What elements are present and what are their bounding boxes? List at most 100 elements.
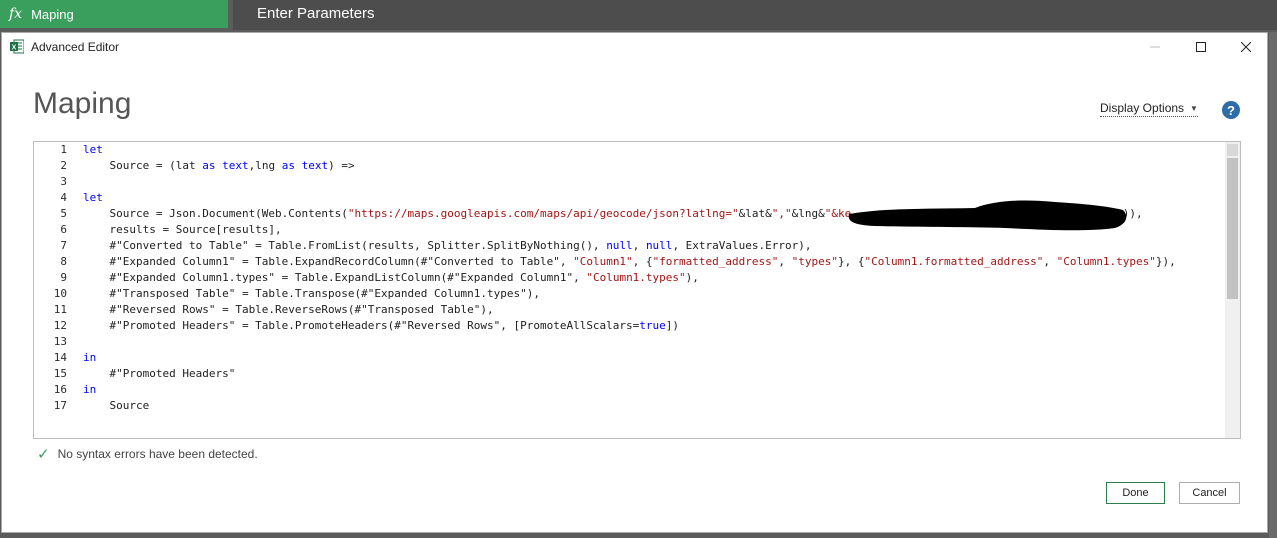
title-bar[interactable]: X Advanced Editor (2, 33, 1267, 61)
code-token: , { (632, 255, 653, 268)
code-area[interactable]: let Source = (lat as text,lng as text) =… (83, 142, 1224, 438)
code-token: in (83, 351, 97, 364)
code-token: "formatted_address" (652, 255, 779, 268)
code-token: let (83, 191, 103, 204)
code-token: null (606, 239, 633, 252)
cancel-button[interactable]: Cancel (1179, 482, 1240, 504)
dialog-title: Advanced Editor (31, 40, 120, 54)
line-number: 7 (60, 239, 67, 252)
line-number: 11 (53, 303, 67, 316)
code-token: "," (771, 207, 792, 220)
parameters-header-title: Enter Parameters (257, 5, 375, 22)
minimize-button[interactable] (1132, 33, 1178, 61)
line-number: 17 (53, 399, 67, 412)
maximize-icon (1196, 42, 1206, 52)
code-line[interactable]: #"Transposed Table" = Table.Transpose(#"… (83, 286, 540, 302)
code-line[interactable]: let (83, 190, 103, 206)
code-line[interactable]: in (83, 382, 96, 398)
display-options-dropdown[interactable]: Display Options ▼ (1100, 101, 1198, 117)
line-number-gutter: 1 2 3 4 5 6 7 8 9 10 11 12 13 14 15 16 17 (34, 142, 79, 438)
code-token: let (83, 143, 103, 156)
code-token: "Column1.types" (586, 271, 686, 284)
code-line[interactable]: Source (83, 398, 149, 414)
code-line[interactable]: #"Expanded Column1" = Table.ExpandRecord… (83, 254, 1176, 270)
code-token: Source = Json.Document(Web.Contents( (83, 207, 348, 220)
code-token: }), (1155, 255, 1176, 268)
line-number: 5 (60, 207, 67, 220)
code-token: ), (685, 271, 699, 284)
code-token: , ExtraValues.Error), (672, 239, 812, 252)
code-token: as (281, 159, 295, 172)
code-line[interactable]: #"Reversed Rows" = Table.ReverseRows(#"T… (83, 302, 494, 318)
chevron-down-icon: ▼ (1190, 103, 1198, 113)
syntax-status: ✓ No syntax errors have been detected. (37, 445, 258, 463)
display-options-label: Display Options (1100, 101, 1185, 115)
minimize-icon (1150, 46, 1160, 48)
query-name: Maping (31, 6, 74, 22)
code-token: results = Source[results], (83, 223, 282, 236)
redaction-mark (848, 200, 1127, 231)
code-token: ) => (328, 159, 355, 172)
line-number: 10 (53, 287, 67, 300)
code-token: &lat& (738, 207, 772, 220)
code-token: #"Reversed Rows" = Table.ReverseRows(#"T… (83, 303, 494, 316)
code-token: text (222, 159, 249, 172)
code-token: , (632, 239, 646, 252)
query-heading: Maping (33, 87, 132, 120)
code-token: "Column1.formatted_address" (864, 255, 1044, 268)
parameters-header: Enter Parameters (233, 0, 1277, 30)
line-number: 1 (60, 143, 67, 156)
code-token: true (639, 319, 666, 332)
code-line[interactable]: #"Promoted Headers" = Table.PromoteHeade… (83, 318, 679, 334)
code-token: as (202, 159, 216, 172)
svg-text:X: X (12, 45, 17, 52)
code-token: #"Expanded Column1.types" = Table.Expand… (83, 271, 587, 284)
code-token: Source = (lat (83, 159, 203, 172)
scrollbar-thumb[interactable] (1227, 158, 1238, 299)
query-item-maping[interactable]: fx Maping (0, 0, 228, 28)
code-line[interactable]: #"Converted to Table" = Table.FromList(r… (83, 238, 812, 254)
help-icon[interactable]: ? (1222, 101, 1240, 119)
code-token: ]) (665, 319, 680, 332)
line-number: 15 (53, 367, 67, 380)
code-line[interactable]: Source = (lat as text,lng as text) => (83, 158, 355, 174)
code-token: #"Converted to Table" = Table.FromList(r… (83, 239, 607, 252)
check-icon: ✓ (37, 446, 50, 463)
code-line[interactable]: let (83, 142, 103, 158)
fx-icon: fx (9, 6, 23, 22)
code-token: "Column1.types" (1056, 255, 1156, 268)
close-icon (1241, 42, 1251, 52)
code-line[interactable]: in (83, 350, 96, 366)
code-token: , (1043, 255, 1057, 268)
code-token: #"Promoted Headers" (83, 367, 236, 380)
scroll-up-arrow[interactable] (1227, 144, 1238, 156)
code-token: #"Transposed Table" = Table.Transpose(#"… (83, 287, 540, 300)
line-number: 13 (53, 335, 67, 348)
code-line[interactable]: results = Source[results], (83, 222, 282, 238)
code-token: "Column1" (573, 255, 633, 268)
done-button[interactable]: Done (1106, 482, 1165, 504)
advanced-editor-dialog: X Advanced Editor Maping Display Options… (1, 32, 1268, 533)
line-number: 2 (60, 159, 67, 172)
code-token: , (778, 255, 792, 268)
excel-icon: X (10, 39, 24, 54)
line-number: 12 (53, 319, 67, 332)
code-token: Source (83, 399, 150, 412)
code-token: &lng& (791, 207, 825, 220)
code-token: #"Expanded Column1" = Table.ExpandRecord… (83, 255, 574, 268)
code-editor[interactable]: 1 2 3 4 5 6 7 8 9 10 11 12 13 14 15 16 17 let Source = (… (33, 141, 1241, 439)
code-token: null (645, 239, 673, 252)
line-number: 9 (60, 271, 67, 284)
status-text: No syntax errors have been detected. (57, 447, 258, 461)
code-line[interactable]: #"Promoted Headers" (83, 366, 235, 382)
line-number: 6 (60, 223, 67, 236)
vertical-scrollbar[interactable] (1225, 142, 1240, 438)
close-button[interactable] (1223, 33, 1269, 61)
background-strip (1269, 32, 1277, 538)
maximize-button[interactable] (1178, 33, 1224, 61)
line-number: 4 (60, 191, 67, 204)
code-line[interactable]: #"Expanded Column1.types" = Table.Expand… (83, 270, 699, 286)
line-number: 8 (60, 255, 67, 268)
line-number: 16 (53, 383, 67, 396)
